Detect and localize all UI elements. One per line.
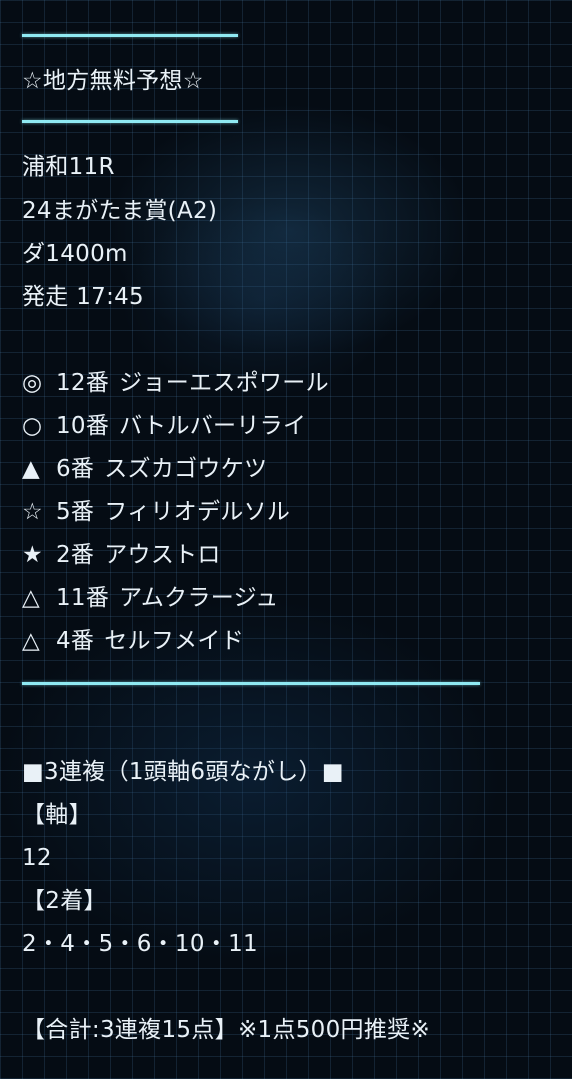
axis-label: 【軸】 [22,802,92,828]
race-start-time: 発走 17:45 [22,284,144,310]
pick-mark: ◎ [22,370,43,396]
pick-number: 4番 [56,628,95,654]
pick-mark: ▲ [22,456,40,482]
bet-type: ■3連複（1頭軸6頭ながし）■ [22,759,344,785]
section-title: ☆地方無料予想☆ [22,68,204,94]
pick-number: 11番 [56,585,110,611]
race-venue: 浦和11R [22,154,115,180]
pick-row: △ 4番 セルフメイド [22,626,244,656]
axis-value: 12 [22,845,52,871]
pick-horse: アウストロ [104,542,221,568]
race-name: 24まがたま賞(A2) [22,198,218,224]
second-value: 2・4・5・6・10・11 [22,931,258,957]
pick-number: 5番 [56,499,95,525]
pick-row: ▲ 6番 スズカゴウケツ [22,454,267,484]
pick-row: ★ 2番 アウストロ [22,540,221,570]
pick-mark: ○ [22,413,43,439]
pick-horse: バトルバーリライ [119,413,307,439]
pick-row: △ 11番 アムクラージュ [22,583,279,613]
pick-row: ☆ 5番 フィリオデルソル [22,497,290,527]
pick-mark: ★ [22,542,43,568]
bet-summary: 【合計:3連複15点】※1点500円推奨※ [22,1017,431,1043]
pick-horse: ジョーエスポワール [119,370,329,396]
second-label: 【2着】 [22,888,107,914]
pick-mark: ☆ [22,499,43,525]
pick-horse: アムクラージュ [119,585,279,611]
pick-horse: フィリオデルソル [104,499,291,525]
pick-row: ◎ 12番 ジョーエスポワール [22,368,329,398]
pick-number: 2番 [56,542,95,568]
pick-mark: △ [22,628,40,654]
top-divider-1 [22,34,238,37]
top-divider-2 [22,120,238,123]
pick-horse: セルフメイド [104,628,245,654]
pick-number: 10番 [56,413,110,439]
race-distance: ダ1400m [22,241,128,267]
pick-row: ○ 10番 バトルバーリライ [22,411,306,441]
pick-horse: スズカゴウケツ [104,456,268,482]
pick-number: 6番 [56,456,95,482]
pick-mark: △ [22,585,40,611]
picks-divider [22,682,480,685]
pick-number: 12番 [56,370,110,396]
